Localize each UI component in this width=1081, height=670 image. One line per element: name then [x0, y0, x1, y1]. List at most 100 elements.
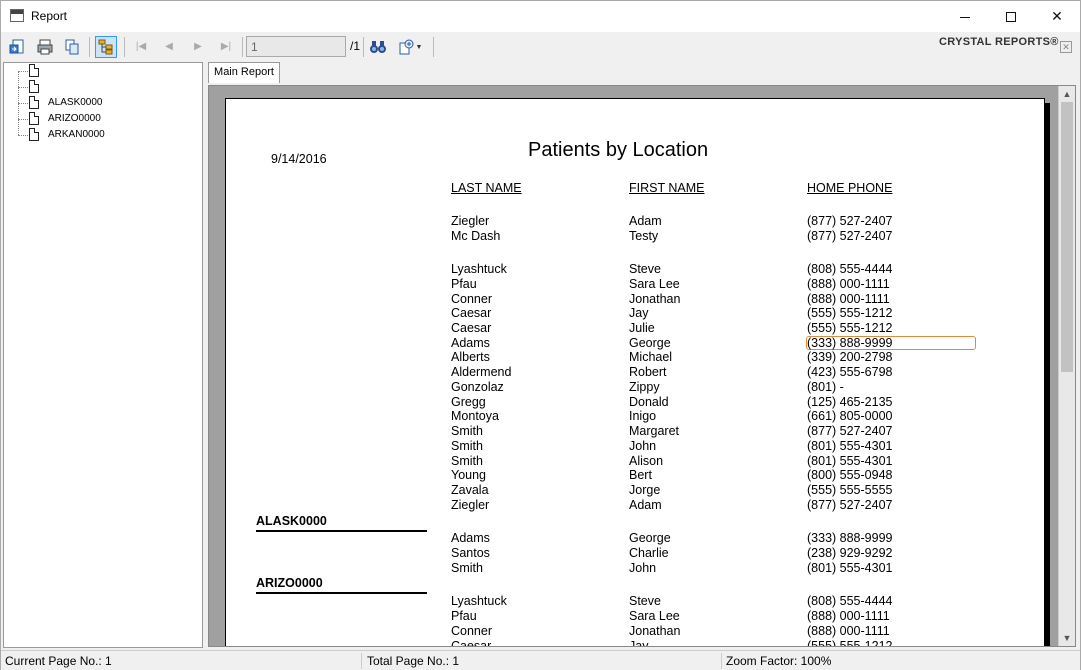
document-icon [29, 64, 39, 77]
header-last-name: LAST NAME [451, 181, 522, 195]
copy-button[interactable] [61, 36, 83, 58]
printer-icon [37, 39, 53, 55]
toolbar: |◀ ◀ ▶ ▶| ▼ [1, 33, 1080, 61]
toolbar-separator [433, 37, 434, 57]
home-phone-cell: (555) 555-5555 [807, 483, 893, 497]
status-bar: Current Page No.: 1 Total Page No.: 1 Zo… [1, 650, 1080, 670]
report-window: Report ✕ |◀ ◀ ▶ ▶| ▼ / [0, 0, 1081, 670]
minimize-button[interactable] [942, 1, 988, 32]
title-bar: Report ✕ [1, 1, 1080, 32]
last-name-cell: Alberts [451, 350, 490, 364]
tab-main-report[interactable]: Main Report [208, 62, 280, 83]
copy-icon [65, 39, 79, 55]
zoom-button[interactable]: ▼ [395, 36, 425, 58]
maximize-button[interactable] [988, 1, 1034, 32]
group-tree-icon [98, 39, 113, 55]
group-header-alask: ALASK0000 [256, 514, 427, 532]
last-name-cell: Mc Dash [451, 229, 501, 243]
status-divider [721, 653, 722, 669]
last-name-cell: Conner [451, 624, 492, 638]
home-phone-cell: (888) 000-1111 [807, 624, 890, 638]
first-name-cell: Sara Lee [629, 609, 680, 623]
window-title: Report [31, 9, 68, 23]
vertical-scrollbar[interactable]: ▲ ▼ [1058, 86, 1075, 646]
first-name-cell: Alison [629, 454, 664, 468]
page-total-label: /1 [350, 39, 361, 53]
previous-page-button[interactable]: ◀ [161, 39, 177, 55]
report-viewer: 9/14/2016 Patients by Location LAST NAME… [208, 85, 1076, 647]
home-phone-cell: (808) 555-4444 [807, 262, 893, 276]
first-name-cell: George [629, 336, 671, 350]
last-name-cell: Smith [451, 424, 483, 438]
first-name-cell: Steve [629, 262, 661, 276]
first-name-cell: Jay [629, 306, 649, 320]
export-icon [9, 39, 24, 54]
first-name-cell: Robert [629, 365, 667, 379]
last-name-cell: Smith [451, 439, 483, 453]
first-name-cell: Adam [629, 498, 662, 512]
first-name-cell: Julie [629, 321, 655, 335]
find-text-button[interactable] [367, 36, 389, 58]
chevron-down-icon: ▼ [415, 43, 423, 51]
first-page-button[interactable]: |◀ [133, 39, 149, 55]
last-name-cell: Lyashtuck [451, 594, 507, 608]
first-name-cell: Sara Lee [629, 277, 680, 291]
zoom-factor-status: Zoom Factor: 100% [726, 654, 832, 668]
home-phone-cell: (339) 200-2798 [807, 350, 893, 364]
close-button[interactable]: ✕ [1034, 1, 1080, 32]
toolbar-separator [89, 37, 90, 57]
first-name-cell: Margaret [629, 424, 680, 438]
report-date: 9/14/2016 [271, 152, 327, 166]
last-name-cell: Young [451, 468, 486, 482]
home-phone-cell: (888) 000-1111 [807, 277, 890, 291]
home-phone-cell: (888) 000-1111 [807, 292, 890, 306]
first-name-cell: Steve [629, 594, 661, 608]
last-name-cell: Caesar [451, 306, 492, 320]
first-name-cell: George [629, 531, 671, 545]
toggle-group-tree-button[interactable] [95, 36, 117, 58]
report-title: Patients by Location [528, 139, 709, 161]
home-phone-cell: (877) 527-2407 [807, 498, 893, 512]
first-name-cell: Donald [629, 395, 669, 409]
last-name-cell: Aldermend [451, 365, 512, 379]
document-icon [29, 112, 39, 125]
home-phone-cell: (661) 805-0000 [807, 409, 893, 423]
scroll-up-arrow[interactable]: ▲ [1059, 86, 1075, 102]
home-phone-cell: (877) 527-2407 [807, 229, 893, 243]
first-name-cell: John [629, 561, 657, 575]
last-name-cell: Smith [451, 561, 483, 575]
home-phone-cell: (801) 555-4301 [807, 561, 893, 575]
home-phone-cell: (801) 555-4301 [807, 454, 893, 468]
home-phone-cell: (888) 000-1111 [807, 609, 890, 623]
home-phone-cell: (877) 527-2407 [807, 424, 893, 438]
first-name-cell: Charlie [629, 546, 669, 560]
scroll-down-arrow[interactable]: ▼ [1059, 630, 1075, 646]
home-phone-cell: (555) 555-1212 [807, 306, 893, 320]
next-page-button[interactable]: ▶ [190, 39, 206, 55]
document-icon [29, 96, 39, 109]
last-name-cell: Ziegler [451, 498, 490, 512]
status-divider [361, 653, 362, 669]
page-number-input[interactable] [246, 36, 346, 57]
export-button[interactable] [7, 36, 29, 58]
last-name-cell: Caesar [451, 321, 492, 335]
print-button[interactable] [34, 36, 56, 58]
document-icon [29, 128, 39, 141]
last-page-button[interactable]: ▶| [218, 39, 234, 55]
crystal-reports-logo: CRYSTAL REPORTS® [939, 36, 1059, 48]
close-icon[interactable]: ✕ [1060, 41, 1072, 53]
maximize-icon [1006, 12, 1016, 23]
last-name-cell: Santos [451, 546, 490, 560]
last-name-cell: Pfau [451, 609, 477, 623]
first-name-cell: John [629, 439, 657, 453]
first-name-cell: Jonathan [629, 292, 681, 306]
header-home-phone: HOME PHONE [807, 181, 893, 195]
header-first-name: FIRST NAME [629, 181, 705, 195]
home-phone-cell: (555) 555-1212 [807, 321, 893, 335]
app-icon [10, 9, 24, 22]
scroll-thumb[interactable] [1061, 102, 1073, 372]
last-name-cell: Smith [451, 454, 483, 468]
first-name-cell: Michael [629, 350, 673, 364]
zoom-icon [399, 39, 414, 55]
last-name-cell: Conner [451, 292, 492, 306]
